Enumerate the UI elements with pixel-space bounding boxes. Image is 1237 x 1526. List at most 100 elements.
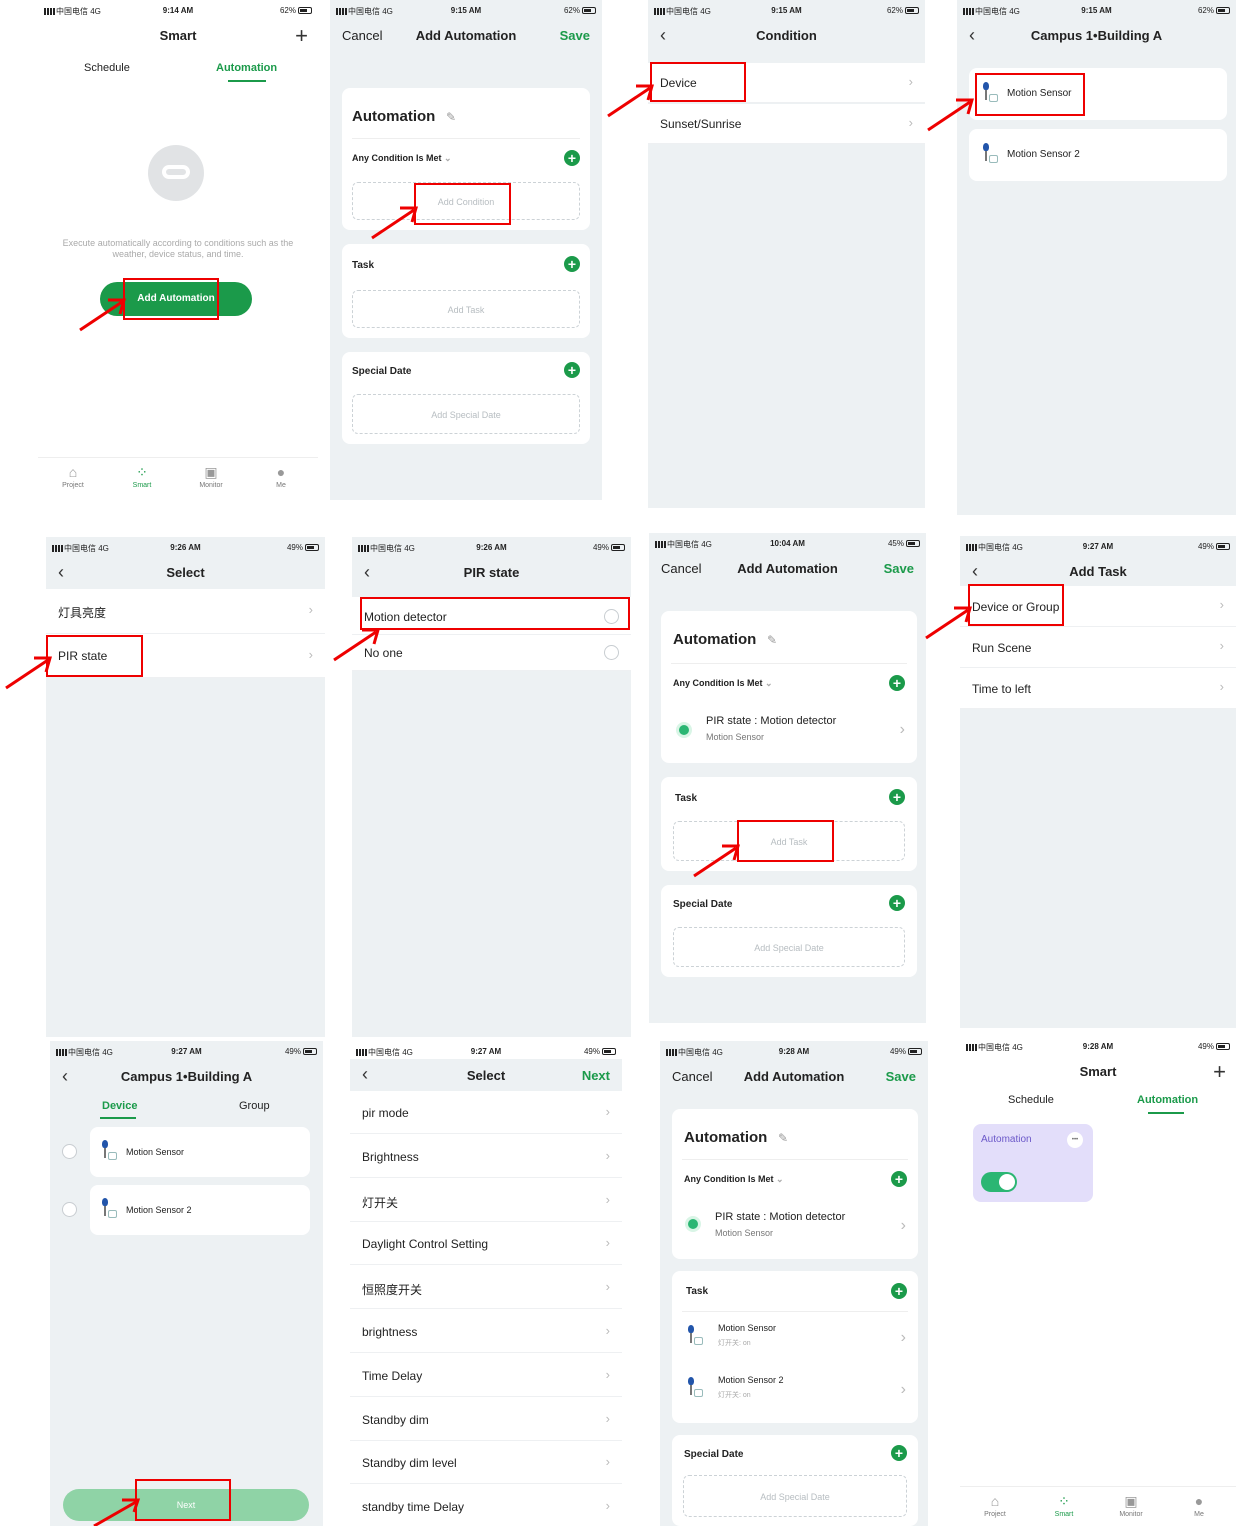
attribute-item[interactable]: Brightness › [350, 1134, 622, 1178]
option-run-scene[interactable]: Run Scene › [960, 627, 1236, 668]
edit-icon[interactable]: ✎ [446, 110, 456, 124]
screen-add-automation: 中国电信 4G 9:15 AM 62% Cancel Add Automation Sa… [330, 0, 602, 500]
nav-project-label: Project [984, 1511, 1006, 1518]
device-item-motion-sensor-2[interactable]: Motion Sensor 2 [90, 1185, 310, 1235]
attribute-item[interactable]: brightness › [350, 1310, 622, 1353]
add-special-plus-icon[interactable]: + [891, 1445, 907, 1461]
tab-group[interactable]: Group [239, 1100, 270, 1112]
attribute-label: pir mode [362, 1106, 409, 1120]
attribute-item[interactable]: Time Delay › [350, 1353, 622, 1397]
clock: 9:14 AM [162, 6, 194, 15]
condition-mode-dropdown[interactable]: Any Condition Is Met ⌄ [352, 153, 452, 164]
nav-me[interactable]: ● Me [256, 462, 306, 489]
nav-me[interactable]: ● Me [1174, 1491, 1224, 1518]
home-icon: ⌂ [990, 1493, 1000, 1509]
pir-state-icon [679, 725, 689, 735]
nav-smart-label: Smart [132, 482, 152, 489]
add-special-date-button[interactable]: Add Special Date [673, 927, 905, 967]
nav-project[interactable]: ⌂ Project [48, 462, 98, 489]
device-checkbox[interactable] [62, 1144, 77, 1159]
plus-icon[interactable]: + [295, 23, 308, 49]
add-condition-plus-icon[interactable]: + [564, 150, 580, 166]
more-options-icon[interactable]: ••• [1067, 1132, 1083, 1148]
add-task-plus-icon[interactable]: + [889, 789, 905, 805]
status-bar: 中国电信 4G 9:15 AM 62% [963, 6, 1230, 18]
tab-schedule[interactable]: Schedule [1008, 1094, 1054, 1106]
automation-card[interactable]: Automation ••• [973, 1124, 1093, 1202]
task-item[interactable]: Motion Sensor 灯开关: on [718, 1323, 776, 1348]
option-brightness-cn[interactable]: 灯具亮度 › [46, 589, 325, 634]
nav-monitor[interactable]: ▣ Monitor [1106, 1491, 1156, 1518]
edit-icon[interactable]: ✎ [778, 1131, 788, 1145]
device-checkbox[interactable] [62, 1202, 77, 1217]
automation-toggle[interactable] [981, 1172, 1017, 1192]
status-bar: 中国电信 4G 9:26 AM 49% [358, 543, 625, 555]
header: Cancel Add Automation Save [660, 1063, 928, 1089]
tab-device[interactable]: Device [102, 1100, 137, 1112]
device-item-motion-sensor-2[interactable]: Motion Sensor 2 [969, 129, 1227, 181]
option-sunset-sunrise[interactable]: Sunset/Sunrise › [648, 104, 925, 144]
chevron-down-icon: ⌄ [765, 678, 773, 688]
add-special-plus-icon[interactable]: + [564, 362, 580, 378]
status-bar: 中国电信 4G 9:15 AM 62% [336, 6, 596, 18]
clock: 9:15 AM [771, 6, 802, 15]
status-bar: 中国电信 4G 10:04 AM 45% [655, 539, 920, 551]
nav-smart[interactable]: ⁘ Smart [117, 462, 167, 489]
nav-project[interactable]: ⌂ Project [970, 1491, 1020, 1518]
next-button[interactable]: Next [582, 1068, 610, 1083]
save-button[interactable]: Save [884, 561, 914, 576]
add-task-plus-icon[interactable]: + [564, 256, 580, 272]
header: ‹ Add Task [960, 558, 1236, 584]
pointer-arrow-icon [693, 844, 740, 878]
condition-text: PIR state : Motion detector [706, 715, 837, 727]
toggle-knob [999, 1174, 1015, 1190]
radio-button[interactable] [604, 645, 619, 660]
option-time-to-left[interactable]: Time to left › [960, 668, 1236, 709]
highlight-box [975, 73, 1085, 116]
chevron-right-icon: › [899, 721, 905, 738]
add-special-date-button[interactable]: Add Special Date [352, 394, 580, 434]
plus-icon[interactable]: + [1213, 1059, 1226, 1085]
battery-level: 49% [284, 1047, 301, 1056]
screen-select-attribute: 中国电信 4G 9:26 AM 49% ‹ Select 灯具亮度 › PIR stat… [46, 537, 325, 1037]
page-title: Smart [159, 28, 197, 43]
attribute-item[interactable]: 恒照度开关 › [350, 1266, 622, 1310]
attribute-item[interactable]: Standby dim › [350, 1397, 622, 1441]
nav-smart-label: Smart [1054, 1511, 1074, 1518]
condition-item[interactable]: PIR state : Motion detector Motion Sensor [715, 1211, 845, 1238]
add-condition-plus-icon[interactable]: + [891, 1171, 907, 1187]
device-item-motion-sensor[interactable]: Motion Sensor [90, 1127, 310, 1177]
chevron-right-icon: › [1219, 597, 1224, 612]
condition-mode-dropdown[interactable]: Any Condition Is Met ⌄ [673, 678, 773, 689]
nav-monitor[interactable]: ▣ Monitor [186, 462, 236, 489]
highlight-box [360, 597, 630, 630]
task-item[interactable]: Motion Sensor 2 灯开关: on [718, 1375, 784, 1400]
add-task-plus-icon[interactable]: + [891, 1283, 907, 1299]
attribute-item[interactable]: Daylight Control Setting › [350, 1222, 622, 1266]
tab-automation[interactable]: Automation [216, 62, 277, 74]
attribute-item[interactable]: 灯开关 › [350, 1178, 622, 1222]
add-special-plus-icon[interactable]: + [889, 895, 905, 911]
option-no-one[interactable]: No one [352, 635, 631, 671]
add-special-date-button[interactable]: Add Special Date [683, 1475, 907, 1517]
chevron-down-icon: ⌄ [444, 153, 452, 163]
tab-underline [228, 80, 266, 82]
add-task-button[interactable]: Add Task [352, 290, 580, 328]
attribute-item[interactable]: pir mode › [350, 1091, 622, 1134]
nav-smart[interactable]: ⁘ Smart [1039, 1491, 1089, 1518]
attribute-item[interactable]: standby time Delay › [350, 1485, 622, 1526]
save-button[interactable]: Save [886, 1069, 916, 1084]
edit-icon[interactable]: ✎ [767, 633, 777, 647]
task-title: Task [686, 1286, 709, 1297]
add-condition-plus-icon[interactable]: + [889, 675, 905, 691]
task-action: 灯开关: on [718, 1392, 751, 1399]
tab-automation[interactable]: Automation [1137, 1094, 1198, 1106]
header: ‹ Campus 1•Building A [50, 1063, 323, 1089]
attribute-label: Brightness [362, 1149, 419, 1164]
condition-mode-dropdown[interactable]: Any Condition Is Met ⌄ [684, 1174, 784, 1185]
save-button[interactable]: Save [560, 28, 590, 43]
attribute-item[interactable]: Standby dim level › [350, 1441, 622, 1485]
tab-schedule[interactable]: Schedule [84, 62, 130, 74]
motion-sensor-icon [98, 1198, 120, 1220]
condition-item[interactable]: PIR state : Motion detector Motion Sensor [706, 715, 836, 742]
